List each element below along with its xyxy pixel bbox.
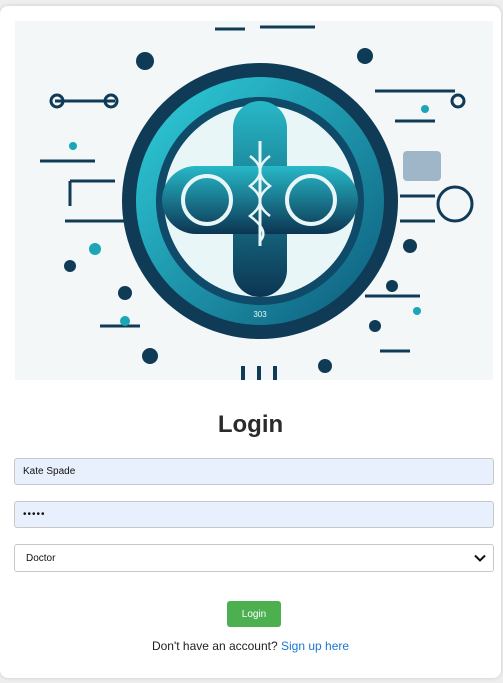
username-input[interactable] (14, 458, 494, 485)
chevron-down-icon (474, 554, 486, 562)
signup-link[interactable]: Sign up here (281, 639, 349, 653)
login-title: Login (217, 411, 284, 438)
signup-prompt-text: Don't have an account? (151, 639, 278, 653)
hero-badge-text: 303 (253, 310, 267, 319)
password-input[interactable] (14, 501, 494, 528)
role-select-value: Doctor (26, 552, 56, 564)
signup-prompt: Don't have an account? Sign up here (0, 639, 501, 653)
login-card: 303 Login Kate Spade Doctor Login Don't … (0, 6, 501, 678)
role-select[interactable]: Doctor (14, 544, 494, 572)
login-button[interactable]: Login (227, 601, 281, 627)
medical-logo-image: 303 (15, 21, 493, 380)
